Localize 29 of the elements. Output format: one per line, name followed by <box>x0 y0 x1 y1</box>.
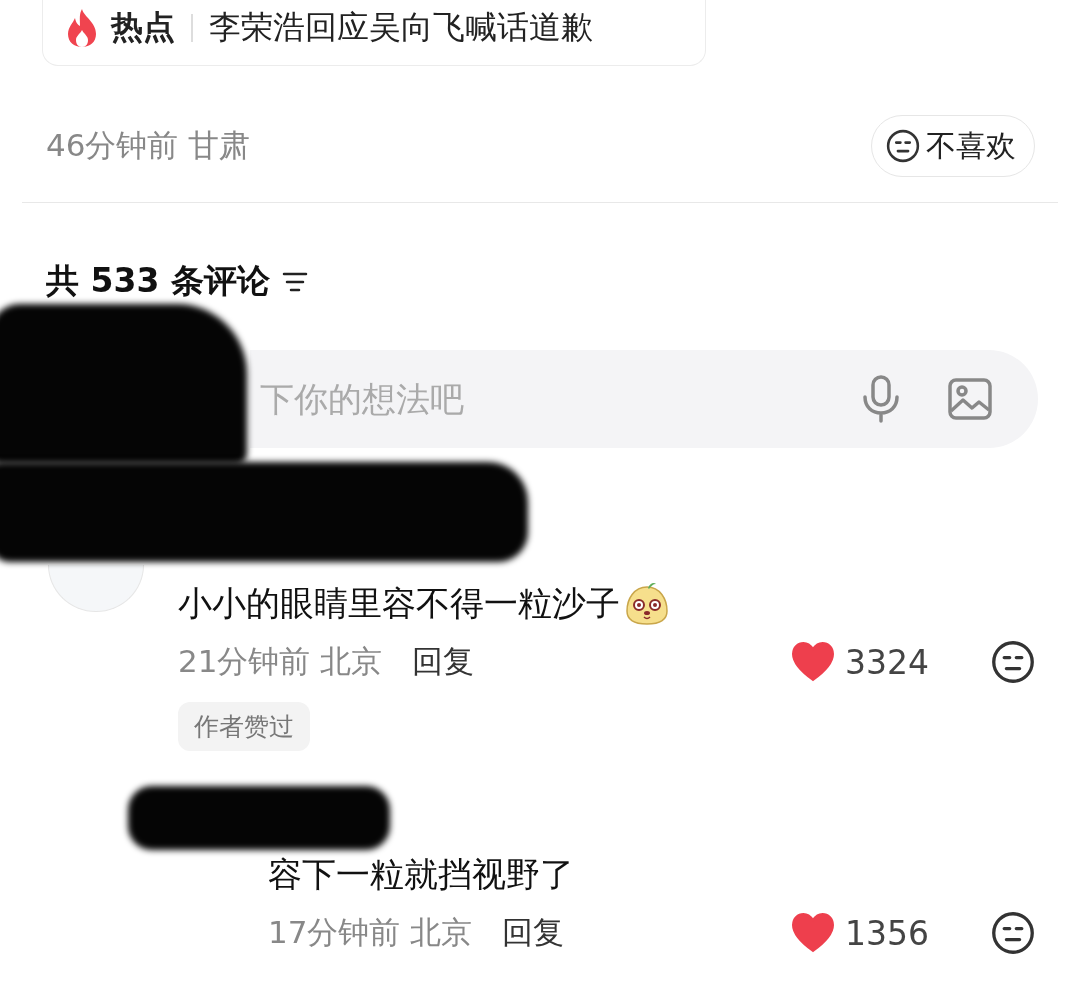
microphone-icon[interactable] <box>862 375 900 423</box>
like-count: 3324 <box>845 642 929 682</box>
like-count: 1356 <box>845 913 929 953</box>
reply-link[interactable]: 回复 <box>412 641 475 683</box>
post-time: 46分钟前 <box>46 126 179 165</box>
image-icon[interactable] <box>948 378 992 420</box>
comment-time: 17分钟前 <box>268 913 401 952</box>
flame-icon <box>65 7 99 48</box>
hot-topic-title: 李荣浩回应吴向飞喊话道歉 <box>209 6 593 48</box>
comment-text: 容下一粒就挡视野了 <box>268 853 574 896</box>
dislike-button[interactable]: 不喜欢 <box>871 115 1035 177</box>
heart-icon[interactable] <box>791 642 835 682</box>
sort-icon[interactable] <box>281 270 308 293</box>
comment-input[interactable]: 下你的想法吧 <box>258 378 814 420</box>
author-liked-badge: 作者赞过 <box>178 702 310 751</box>
comment-bar[interactable]: 下你的想法吧 <box>250 350 1038 448</box>
dislike-icon[interactable] <box>886 129 920 163</box>
comment-text: 小小的眼睛里容不得一粒沙子 <box>178 582 620 625</box>
hot-topic-banner[interactable]: 热点 李荣浩回应吴向飞喊话道歉 <box>42 0 706 66</box>
hot-label: 热点 <box>111 6 175 48</box>
dislike-icon[interactable] <box>991 640 1035 684</box>
reply-link[interactable]: 回复 <box>502 912 565 954</box>
comment-location: 北京 <box>320 642 383 681</box>
post-location: 甘肃 <box>188 126 251 165</box>
heart-icon[interactable] <box>791 913 835 953</box>
comment-location: 北京 <box>410 913 473 952</box>
comment-count: 共 533 条评论 <box>46 260 270 302</box>
comment-time: 21分钟前 <box>178 642 311 681</box>
dislike-icon[interactable] <box>991 911 1035 955</box>
